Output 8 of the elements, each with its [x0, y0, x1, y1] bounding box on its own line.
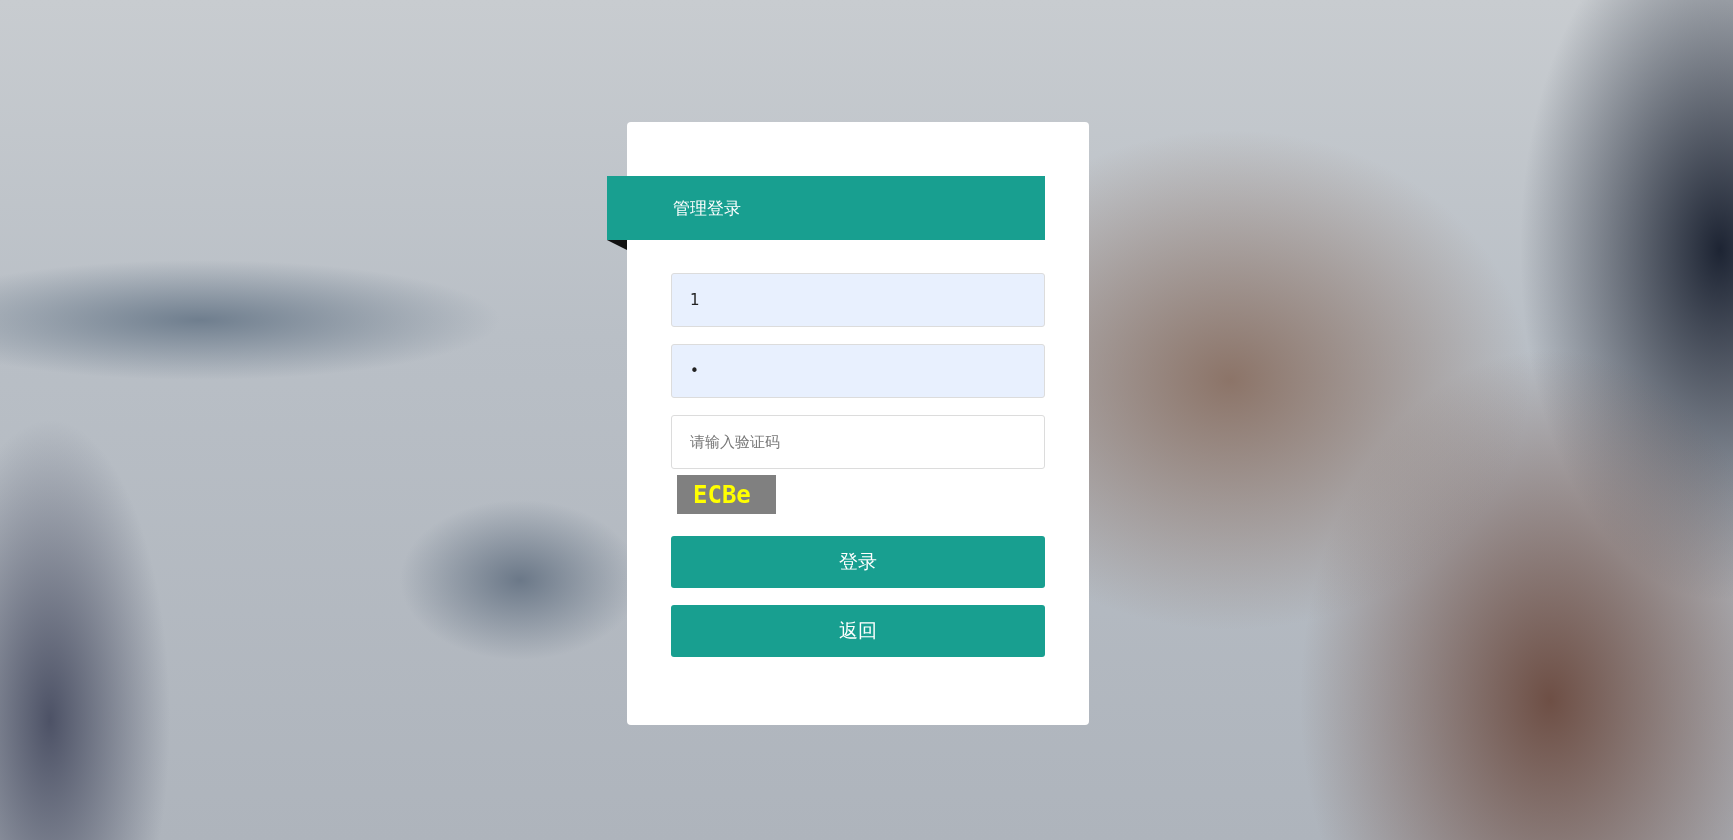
- action-button[interactable]: 登录: [671, 536, 1045, 588]
- input-field[interactable]: 1: [671, 273, 1045, 327]
- captcha-image[interactable]: ECBe: [677, 475, 776, 514]
- input-field[interactable]: 请输入验证码: [671, 415, 1045, 469]
- login-title-ribbon: 管理登录: [607, 176, 1045, 240]
- action-button[interactable]: 返回: [671, 605, 1045, 657]
- ribbon-fold-shape: [607, 240, 627, 250]
- input-field[interactable]: •: [671, 344, 1045, 398]
